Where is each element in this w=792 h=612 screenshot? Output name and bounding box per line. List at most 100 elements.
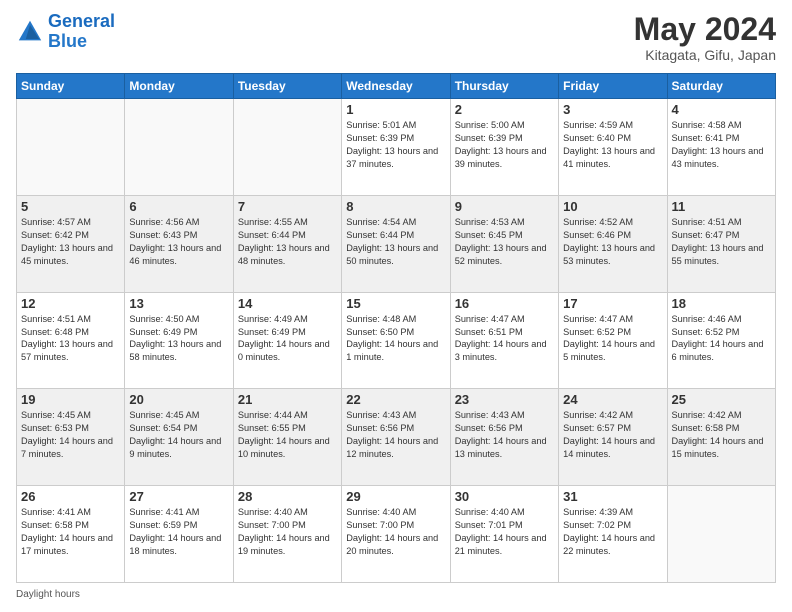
day-number: 6 [129, 199, 228, 214]
day-number: 19 [21, 392, 120, 407]
logo-text: General Blue [48, 12, 115, 52]
calendar-cell: 31Sunrise: 4:39 AM Sunset: 7:02 PM Dayli… [559, 486, 667, 583]
calendar-cell: 24Sunrise: 4:42 AM Sunset: 6:57 PM Dayli… [559, 389, 667, 486]
calendar-header-row: SundayMondayTuesdayWednesdayThursdayFrid… [17, 74, 776, 99]
day-info: Sunrise: 4:59 AM Sunset: 6:40 PM Dayligh… [563, 119, 662, 171]
calendar-header-saturday: Saturday [667, 74, 775, 99]
day-number: 18 [672, 296, 771, 311]
calendar-cell: 3Sunrise: 4:59 AM Sunset: 6:40 PM Daylig… [559, 99, 667, 196]
calendar-cell: 14Sunrise: 4:49 AM Sunset: 6:49 PM Dayli… [233, 292, 341, 389]
day-info: Sunrise: 4:50 AM Sunset: 6:49 PM Dayligh… [129, 313, 228, 365]
day-number: 2 [455, 102, 554, 117]
calendar-cell: 23Sunrise: 4:43 AM Sunset: 6:56 PM Dayli… [450, 389, 558, 486]
day-info: Sunrise: 4:43 AM Sunset: 6:56 PM Dayligh… [346, 409, 445, 461]
day-number: 16 [455, 296, 554, 311]
calendar-cell [125, 99, 233, 196]
day-info: Sunrise: 4:54 AM Sunset: 6:44 PM Dayligh… [346, 216, 445, 268]
day-number: 5 [21, 199, 120, 214]
calendar-cell: 25 Sunrise: 4:42 AM Sunset: 6:58 PM Dayli… [667, 389, 775, 486]
day-info: Sunrise: 4:40 AM Sunset: 7:00 PM Dayligh… [346, 506, 445, 558]
day-info: Sunrise: 4:46 AM Sunset: 6:52 PM Dayligh… [672, 313, 771, 365]
calendar-week-5: 26 Sunrise: 4:41 AM Sunset: 6:58 PM Dayli… [17, 486, 776, 583]
calendar-cell: 17 Sunrise: 4:47 AM Sunset: 6:52 PM Dayli… [559, 292, 667, 389]
day-number: 26 [21, 489, 120, 504]
day-info: Sunrise: 4:52 AM Sunset: 6:46 PM Dayligh… [563, 216, 662, 268]
calendar-header-thursday: Thursday [450, 74, 558, 99]
logo-general: General [48, 11, 115, 31]
day-number: 9 [455, 199, 554, 214]
calendar-cell: 6 Sunrise: 4:56 AM Sunset: 6:43 PM Daylig… [125, 195, 233, 292]
day-info: Sunrise: 4:47 AM Sunset: 6:52 PM Dayligh… [563, 313, 662, 365]
day-info: Sunrise: 4:43 AM Sunset: 6:56 PM Dayligh… [455, 409, 554, 461]
calendar-header-friday: Friday [559, 74, 667, 99]
calendar-cell: 19 Sunrise: 4:45 AM Sunset: 6:53 PM Dayli… [17, 389, 125, 486]
subtitle: Kitagata, Gifu, Japan [634, 47, 776, 63]
day-number: 7 [238, 199, 337, 214]
calendar-cell: 8 Sunrise: 4:54 AM Sunset: 6:44 PM Daylig… [342, 195, 450, 292]
day-info: Sunrise: 4:47 AM Sunset: 6:51 PM Dayligh… [455, 313, 554, 365]
calendar-header-monday: Monday [125, 74, 233, 99]
calendar-cell: 22 Sunrise: 4:43 AM Sunset: 6:56 PM Dayli… [342, 389, 450, 486]
calendar-header-wednesday: Wednesday [342, 74, 450, 99]
day-info: Sunrise: 4:51 AM Sunset: 6:48 PM Dayligh… [21, 313, 120, 365]
calendar-week-2: 5 Sunrise: 4:57 AM Sunset: 6:42 PM Daylig… [17, 195, 776, 292]
calendar-table: SundayMondayTuesdayWednesdayThursdayFrid… [16, 73, 776, 583]
day-number: 20 [129, 392, 228, 407]
calendar-cell: 4Sunrise: 4:58 AM Sunset: 6:41 PM Daylig… [667, 99, 775, 196]
day-number: 27 [129, 489, 228, 504]
day-info: Sunrise: 4:58 AM Sunset: 6:41 PM Dayligh… [672, 119, 771, 171]
day-info: Sunrise: 4:40 AM Sunset: 7:00 PM Dayligh… [238, 506, 337, 558]
day-info: Sunrise: 4:42 AM Sunset: 6:57 PM Dayligh… [563, 409, 662, 461]
day-info: Sunrise: 4:44 AM Sunset: 6:55 PM Dayligh… [238, 409, 337, 461]
day-info: Sunrise: 4:55 AM Sunset: 6:44 PM Dayligh… [238, 216, 337, 268]
calendar-cell: 26 Sunrise: 4:41 AM Sunset: 6:58 PM Dayli… [17, 486, 125, 583]
calendar-cell [233, 99, 341, 196]
calendar-cell [667, 486, 775, 583]
day-info: Sunrise: 4:42 AM Sunset: 6:58 PM Dayligh… [672, 409, 771, 461]
day-number: 12 [21, 296, 120, 311]
day-info: Sunrise: 4:41 AM Sunset: 6:58 PM Dayligh… [21, 506, 120, 558]
title-block: May 2024 Kitagata, Gifu, Japan [634, 12, 776, 63]
day-number: 15 [346, 296, 445, 311]
day-number: 28 [238, 489, 337, 504]
day-number: 17 [563, 296, 662, 311]
page: General Blue May 2024 Kitagata, Gifu, Ja… [0, 0, 792, 612]
day-info: Sunrise: 4:51 AM Sunset: 6:47 PM Dayligh… [672, 216, 771, 268]
calendar-cell: 5 Sunrise: 4:57 AM Sunset: 6:42 PM Daylig… [17, 195, 125, 292]
day-number: 22 [346, 392, 445, 407]
day-info: Sunrise: 4:41 AM Sunset: 6:59 PM Dayligh… [129, 506, 228, 558]
day-info: Sunrise: 4:56 AM Sunset: 6:43 PM Dayligh… [129, 216, 228, 268]
day-number: 21 [238, 392, 337, 407]
day-info: Sunrise: 5:01 AM Sunset: 6:39 PM Dayligh… [346, 119, 445, 171]
day-number: 29 [346, 489, 445, 504]
calendar-cell: 13 Sunrise: 4:50 AM Sunset: 6:49 PM Dayli… [125, 292, 233, 389]
calendar-cell: 12 Sunrise: 4:51 AM Sunset: 6:48 PM Dayli… [17, 292, 125, 389]
logo-icon [16, 18, 44, 46]
day-info: Sunrise: 4:49 AM Sunset: 6:49 PM Dayligh… [238, 313, 337, 365]
calendar-cell: 18 Sunrise: 4:46 AM Sunset: 6:52 PM Dayli… [667, 292, 775, 389]
calendar-cell: 21 Sunrise: 4:44 AM Sunset: 6:55 PM Dayli… [233, 389, 341, 486]
calendar-header-sunday: Sunday [17, 74, 125, 99]
calendar-cell: 29 Sunrise: 4:40 AM Sunset: 7:00 PM Dayli… [342, 486, 450, 583]
day-number: 25 [672, 392, 771, 407]
calendar-cell: 15 Sunrise: 4:48 AM Sunset: 6:50 PM Dayli… [342, 292, 450, 389]
logo: General Blue [16, 12, 115, 52]
day-number: 8 [346, 199, 445, 214]
calendar-cell: 30Sunrise: 4:40 AM Sunset: 7:01 PM Dayli… [450, 486, 558, 583]
footer: Daylight hours [16, 589, 776, 600]
footer-label: Daylight hours [16, 589, 80, 600]
day-number: 31 [563, 489, 662, 504]
calendar-cell: 28 Sunrise: 4:40 AM Sunset: 7:00 PM Dayli… [233, 486, 341, 583]
day-info: Sunrise: 5:00 AM Sunset: 6:39 PM Dayligh… [455, 119, 554, 171]
calendar-cell [17, 99, 125, 196]
calendar-cell: 9Sunrise: 4:53 AM Sunset: 6:45 PM Daylig… [450, 195, 558, 292]
day-info: Sunrise: 4:45 AM Sunset: 6:53 PM Dayligh… [21, 409, 120, 461]
day-info: Sunrise: 4:48 AM Sunset: 6:50 PM Dayligh… [346, 313, 445, 365]
day-number: 13 [129, 296, 228, 311]
main-title: May 2024 [634, 12, 776, 47]
day-number: 30 [455, 489, 554, 504]
calendar-week-4: 19 Sunrise: 4:45 AM Sunset: 6:53 PM Dayli… [17, 389, 776, 486]
day-info: Sunrise: 4:57 AM Sunset: 6:42 PM Dayligh… [21, 216, 120, 268]
calendar-cell: 20Sunrise: 4:45 AM Sunset: 6:54 PM Dayli… [125, 389, 233, 486]
calendar-header-tuesday: Tuesday [233, 74, 341, 99]
